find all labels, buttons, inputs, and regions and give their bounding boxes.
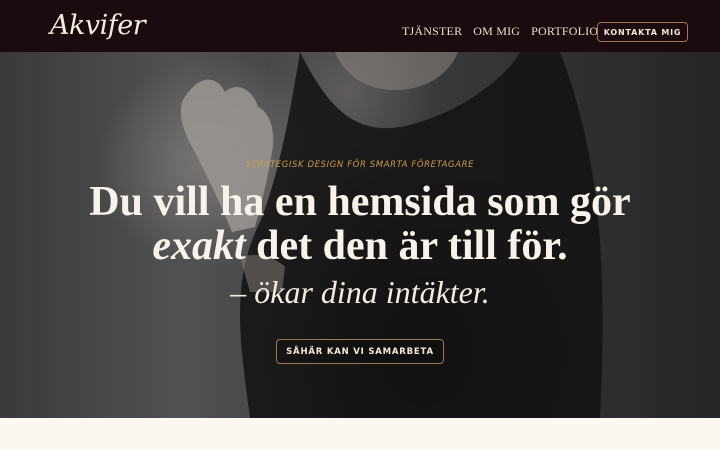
collaborate-button[interactable]: SÅHÄR KAN VI SAMARBETA [276,339,444,364]
hero-tagline: STRATEGISK DESIGN FÖR SMARTA FÖRETAGARE [245,160,475,170]
next-section-strip [0,418,720,450]
hero-subheadline: – ökar dina intäkter. [230,274,490,310]
headline-line-2-rest: det den är till för. [245,223,568,269]
nav-link-tjanster[interactable]: TJÄNSTER [402,24,462,38]
nav-link-om-mig[interactable]: OM MIG [473,24,520,38]
hero-headline: Du vill ha en hemsida som gör exakt det … [0,180,720,268]
headline-line-2: exakt det den är till för. [0,224,720,268]
hero-section: STRATEGISK DESIGN FÖR SMARTA FÖRETAGARE … [0,52,720,418]
main-nav: TJÄNSTER OM MIG PORTFOLIO [402,24,598,38]
nav-link-portfolio[interactable]: PORTFOLIO [531,24,598,38]
top-navigation-bar: Akvifer TJÄNSTER OM MIG PORTFOLIO KONTAK… [0,0,720,52]
headline-line-1: Du vill ha en hemsida som gör [89,179,631,225]
brand-logo[interactable]: Akvifer [50,10,146,42]
contact-button[interactable]: KONTAKTA MIG [597,22,688,42]
headline-emphasis: exakt [152,223,246,269]
